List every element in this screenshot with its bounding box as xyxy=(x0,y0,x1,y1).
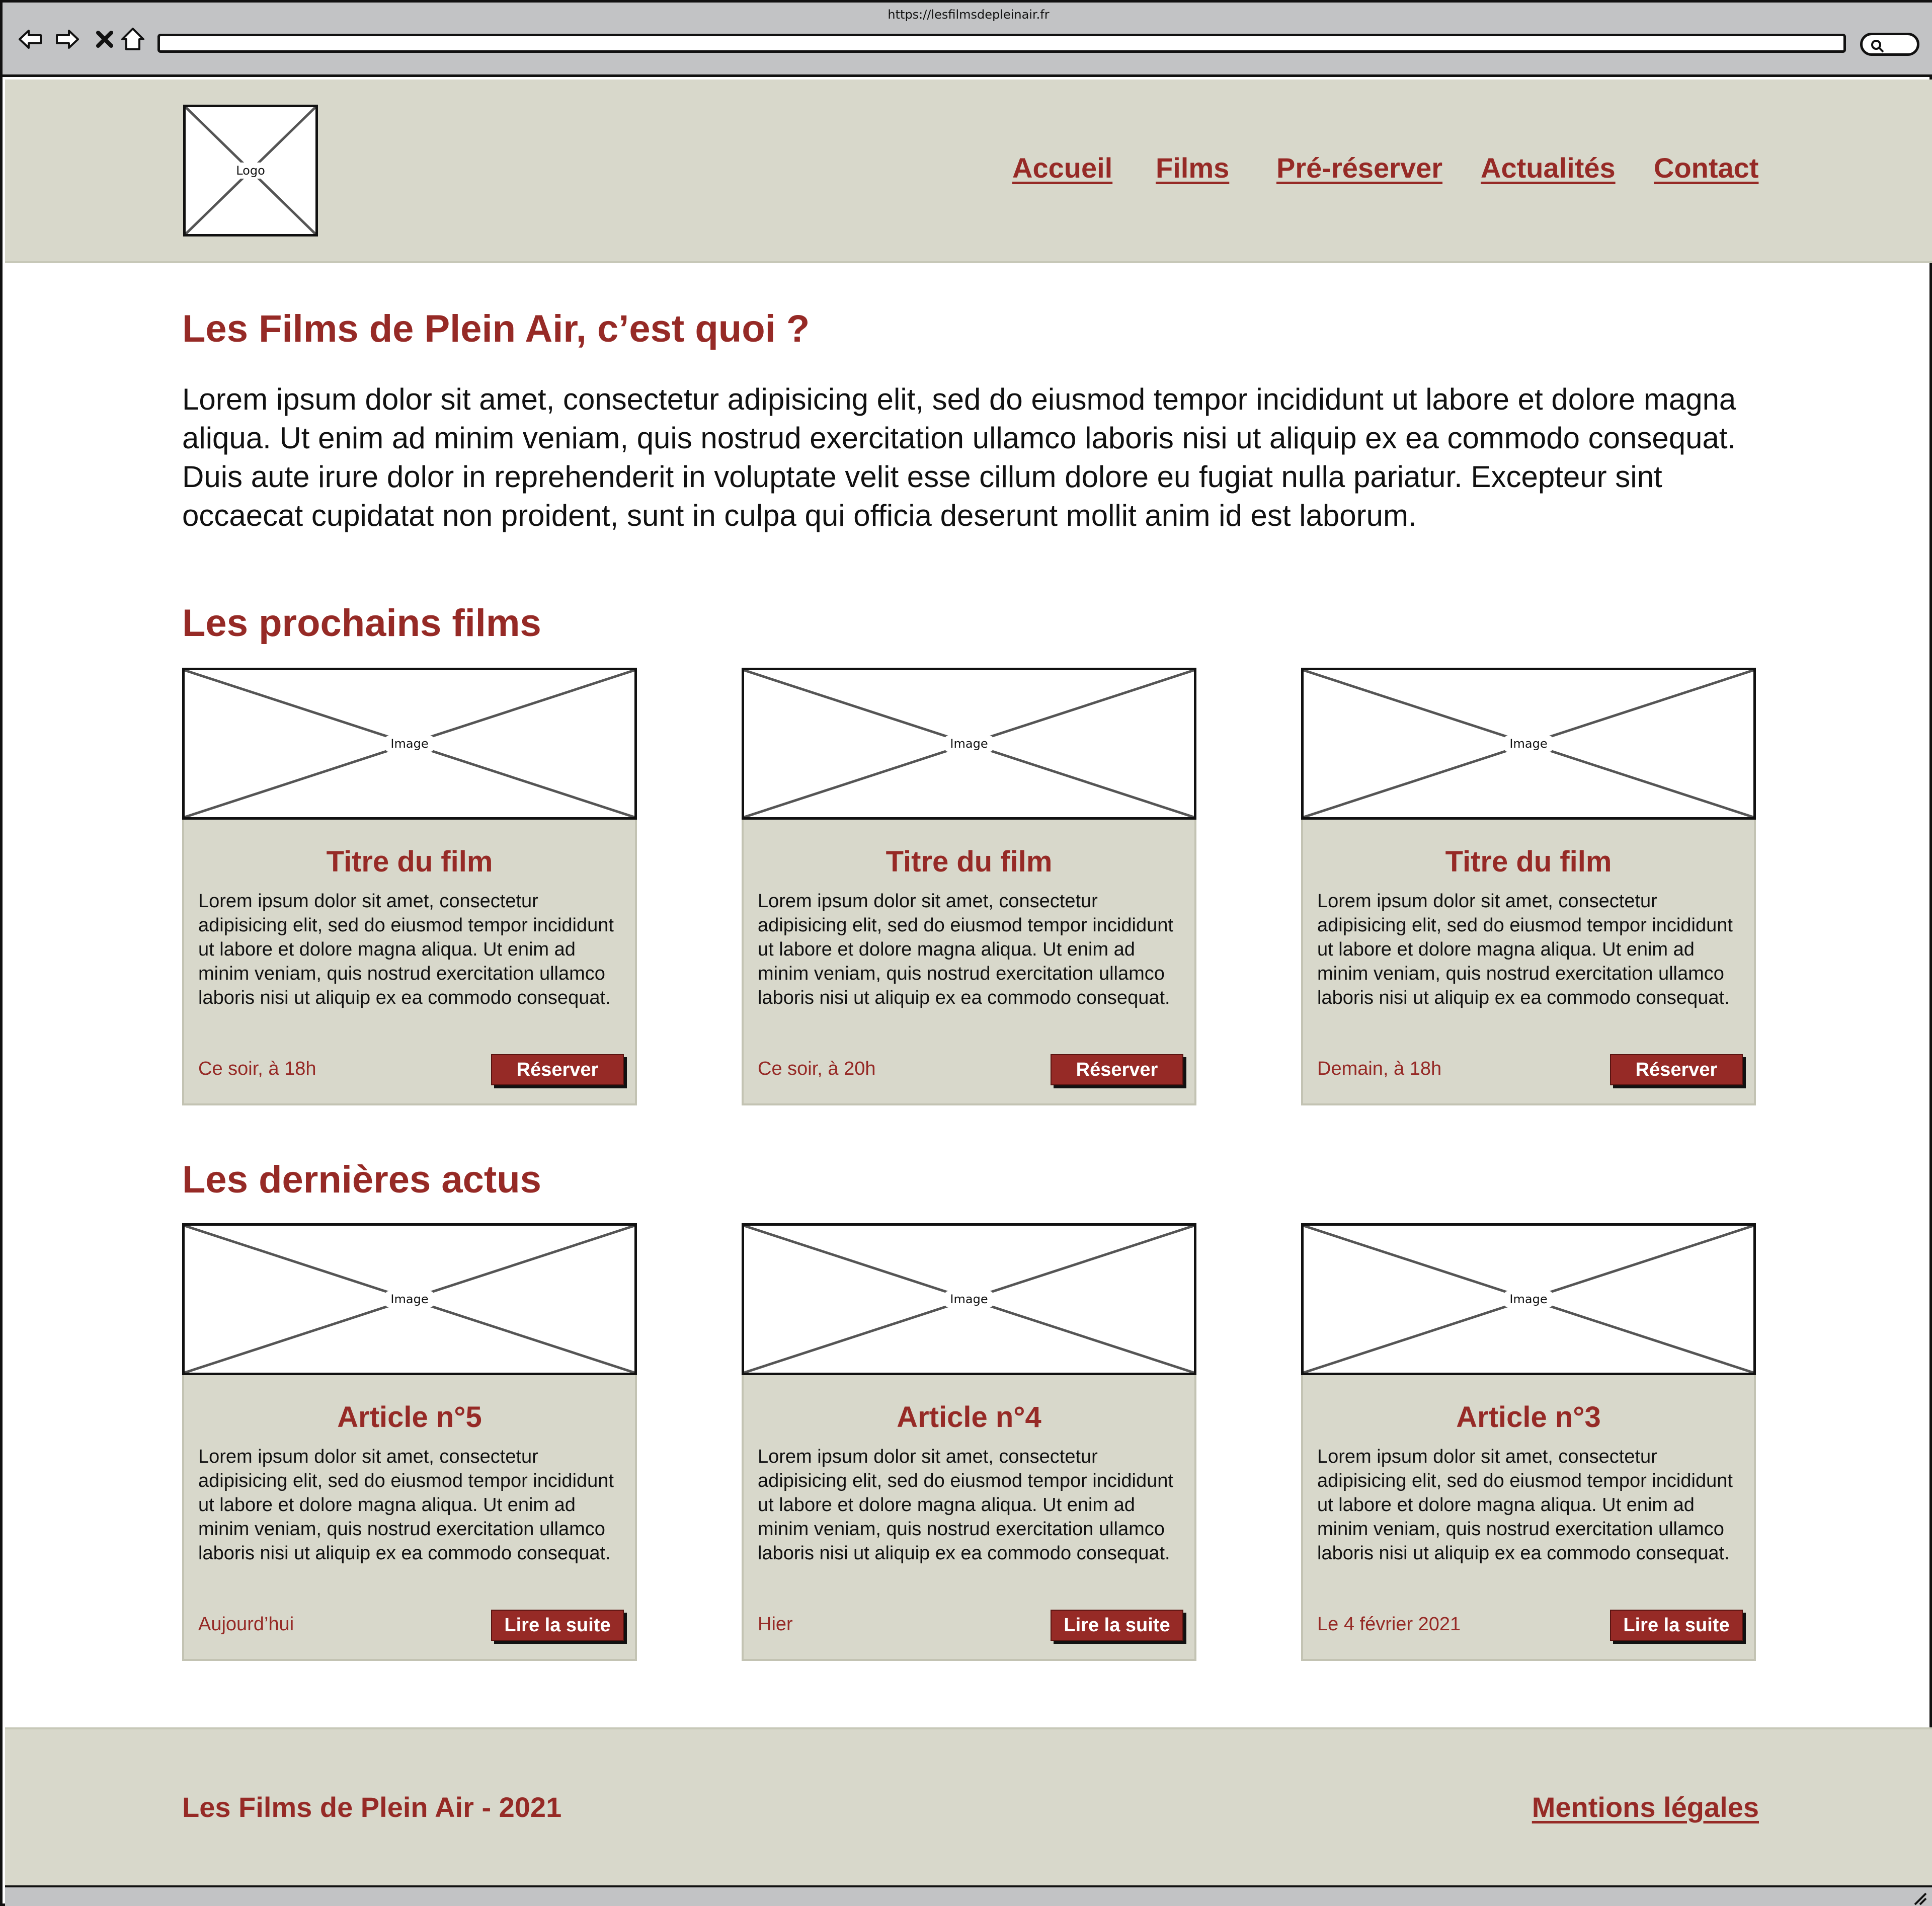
home-icon[interactable] xyxy=(119,26,146,53)
nav-link-accueil[interactable]: Accueil xyxy=(1012,151,1112,184)
intro-text: Lorem ipsum dolor sit amet, consectetur … xyxy=(182,382,1736,532)
image-label: Image xyxy=(385,1291,434,1307)
film-card: Image Titre du film Lorem ipsum dolor si… xyxy=(742,668,1196,1105)
logo-label: Logo xyxy=(231,163,270,179)
news-card: Image Article n°3 Lorem ipsum dolor sit … xyxy=(1301,1223,1756,1661)
footer-copyright: Les Films de Plein Air - 2021 xyxy=(182,1791,562,1823)
read-more-button[interactable]: Lire la suite xyxy=(491,1610,624,1641)
films-section-title: Les prochains films xyxy=(182,602,541,645)
image-label: Image xyxy=(945,1291,993,1307)
intro-title: Les Films de Plein Air, c’est quoi ? xyxy=(182,307,810,350)
image-label: Image xyxy=(1504,736,1553,752)
article-title: Article n°4 xyxy=(897,1401,1041,1434)
film-image: Image xyxy=(1301,668,1756,820)
browser-search-button[interactable] xyxy=(1860,33,1919,56)
film-schedule: Ce soir, à 18h xyxy=(198,1058,316,1079)
film-title: Titre du film xyxy=(886,845,1053,878)
browser-status-bar xyxy=(5,1885,1932,1906)
browser-toolbar: https://lesfilmsdepleinair.fr xyxy=(3,3,1932,77)
film-image: Image xyxy=(742,668,1196,820)
film-schedule: Demain, à 18h xyxy=(1317,1058,1442,1079)
resize-grip-icon[interactable] xyxy=(1910,1888,1927,1905)
nav-link-actualites[interactable]: Actualités xyxy=(1481,151,1616,184)
film-card: Image Titre du film Lorem ipsum dolor si… xyxy=(182,668,637,1105)
article-date: Hier xyxy=(758,1614,793,1635)
back-icon[interactable] xyxy=(17,26,44,53)
film-description: Lorem ipsum dolor sit amet, consectetur … xyxy=(198,891,614,1008)
article-image: Image xyxy=(742,1223,1196,1375)
news-section-title: Les dernières actus xyxy=(182,1158,541,1201)
read-more-button[interactable]: Lire la suite xyxy=(1610,1610,1743,1641)
article-date: Le 4 février 2021 xyxy=(1317,1614,1461,1635)
forward-icon[interactable] xyxy=(54,26,81,53)
reserve-button[interactable]: Réserver xyxy=(1051,1054,1183,1085)
film-description: Lorem ipsum dolor sit amet, consectetur … xyxy=(758,891,1173,1008)
site-footer: Les Films de Plein Air - 2021 Mentions l… xyxy=(5,1727,1932,1885)
read-more-button[interactable]: Lire la suite xyxy=(1051,1610,1183,1641)
film-image: Image xyxy=(182,668,637,820)
film-schedule: Ce soir, à 20h xyxy=(758,1058,876,1079)
article-image: Image xyxy=(1301,1223,1756,1375)
film-description: Lorem ipsum dolor sit amet, consectetur … xyxy=(1317,891,1733,1008)
film-card: Image Titre du film Lorem ipsum dolor si… xyxy=(1301,668,1756,1105)
image-label: Image xyxy=(945,736,993,752)
browser-window: https://lesfilmsdepleinair.fr Logo Accue… xyxy=(0,0,1932,1906)
stop-icon[interactable] xyxy=(91,26,118,53)
reserve-button[interactable]: Réserver xyxy=(491,1054,624,1085)
article-title: Article n°5 xyxy=(337,1401,482,1434)
address-bar[interactable] xyxy=(157,34,1846,53)
article-excerpt: Lorem ipsum dolor sit amet, consectetur … xyxy=(758,1446,1173,1564)
site-header: Logo Accueil Films Pré-réserver Actualit… xyxy=(5,80,1932,263)
film-title: Titre du film xyxy=(1445,845,1612,878)
article-title: Article n°3 xyxy=(1456,1401,1601,1434)
search-icon xyxy=(1871,40,1884,53)
logo[interactable]: Logo xyxy=(183,105,318,236)
reserve-button[interactable]: Réserver xyxy=(1610,1054,1743,1085)
url-text: https://lesfilmsdepleinair.fr xyxy=(888,8,1050,22)
image-label: Image xyxy=(385,736,434,752)
news-card: Image Article n°5 Lorem ipsum dolor sit … xyxy=(182,1223,637,1661)
article-date: Aujourd’hui xyxy=(198,1614,294,1635)
article-image: Image xyxy=(182,1223,637,1375)
image-label: Image xyxy=(1504,1291,1553,1307)
film-title: Titre du film xyxy=(326,845,493,878)
nav-link-pre-reserver[interactable]: Pré-réserver xyxy=(1276,151,1442,184)
article-excerpt: Lorem ipsum dolor sit amet, consectetur … xyxy=(198,1446,614,1564)
nav-link-contact[interactable]: Contact xyxy=(1654,151,1758,184)
legal-notice-link[interactable]: Mentions légales xyxy=(1532,1791,1759,1823)
news-card: Image Article n°4 Lorem ipsum dolor sit … xyxy=(742,1223,1196,1661)
article-excerpt: Lorem ipsum dolor sit amet, consectetur … xyxy=(1317,1446,1733,1564)
nav-link-films[interactable]: Films xyxy=(1156,151,1229,184)
